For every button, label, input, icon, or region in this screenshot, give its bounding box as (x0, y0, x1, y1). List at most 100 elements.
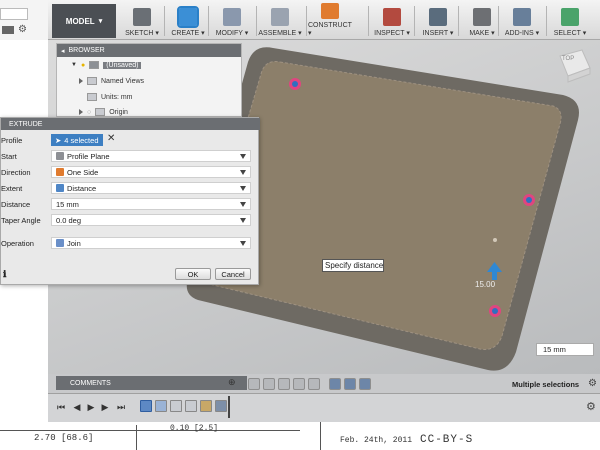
toolbar-separator (368, 6, 369, 36)
dimension-text: 0.10 [2.5] (170, 424, 219, 433)
extrude-dialog-header[interactable]: EXTRUDE (1, 118, 260, 130)
timeline-feature-icon[interactable] (215, 400, 227, 412)
browser-item-units[interactable]: Units: mm (87, 90, 133, 104)
expand-icon[interactable] (79, 78, 83, 84)
document-icon (87, 93, 97, 101)
grid-settings-icon[interactable] (359, 377, 371, 390)
zoom-window-icon[interactable] (308, 377, 320, 390)
toolbar-construct-plane-button[interactable]: CONSTRUCT ▾ (308, 3, 352, 39)
browser-item-label: Origin (109, 108, 128, 116)
toolbar-select-button[interactable]: SELECT ▾ (548, 3, 592, 39)
toolbar-sketch-button[interactable]: SKETCH ▾ (120, 3, 164, 39)
operation-select[interactable]: Join (51, 237, 251, 249)
look-at-icon[interactable] (263, 377, 275, 390)
info-icon[interactable]: ℹ (3, 269, 6, 280)
go-to-end-icon[interactable]: ⏭ (116, 402, 126, 412)
start-label: Start (1, 151, 17, 161)
lightbulb-icon[interactable]: ○ (87, 109, 91, 116)
start-select[interactable]: Profile Plane (51, 150, 251, 162)
viewcube[interactable] (554, 46, 594, 86)
background-window-fragment: ⚙ (0, 0, 48, 40)
workspace-switcher[interactable]: MODEL ▾ (52, 4, 116, 38)
toolbar-item-label: ASSEMBLE ▾ (258, 30, 302, 37)
toolbar-item-label: CONSTRUCT ▾ (308, 22, 352, 37)
create-box-icon (177, 6, 199, 28)
step-back-icon[interactable]: ◀ (72, 402, 82, 412)
chevron-down-icon: ▾ (98, 18, 103, 25)
toolbar-inspect-measure-button[interactable]: INSPECT ▾ (370, 3, 414, 39)
step-forward-icon[interactable]: ▶ (100, 402, 110, 412)
add-ins-icon (513, 8, 531, 26)
timeline-feature-sketch-icon[interactable] (140, 400, 152, 412)
toolbar-modify-button[interactable]: MODIFY ▾ (210, 3, 254, 39)
visual-style-icon[interactable] (344, 377, 356, 390)
browser-item-named-views[interactable]: Named Views (79, 74, 144, 88)
toolbar-item-label: MAKE ▾ (469, 30, 495, 37)
toolbar-assemble-button[interactable]: ASSEMBLE ▾ (258, 3, 302, 39)
start-row: Start Profile Plane (1, 149, 258, 163)
taper-value: 0.0 deg (56, 215, 82, 225)
timeline-feature-fillet-icon[interactable] (200, 400, 212, 412)
collapse-icon[interactable]: ◂ (61, 47, 65, 55)
chevron-down-icon (240, 218, 246, 223)
add-comment-icon[interactable]: ⊕ (228, 377, 238, 387)
start-value: Profile Plane (67, 151, 110, 161)
timeline-feature-icon[interactable] (170, 400, 182, 412)
selection-point[interactable] (489, 305, 501, 317)
taper-row: Taper Angle 0.0 deg (1, 213, 258, 227)
extent-row: Extent Distance (1, 181, 258, 195)
profile-selection[interactable]: ➤ 4 selected (51, 134, 103, 146)
timeline-feature-icon[interactable] (185, 400, 197, 412)
taper-input[interactable]: 0.0 deg (51, 214, 251, 226)
date-text: Feb. 24th, 2011 (340, 436, 413, 445)
browser-title: BROWSER (68, 47, 105, 54)
browser-item-label: Named Views (101, 77, 145, 85)
toolbar-separator (208, 6, 209, 36)
toolbar-separator (458, 6, 459, 36)
direction-value: One Side (67, 167, 99, 177)
zoom-icon[interactable] (293, 377, 305, 390)
assemble-icon (271, 8, 289, 26)
construct-plane-icon (321, 3, 339, 19)
play-icon[interactable]: ▶ (86, 402, 96, 412)
drawing-line (320, 420, 321, 450)
toolbar-create-box-button[interactable]: CREATE ▾ (166, 3, 210, 39)
toolbar-item-label: INSERT ▾ (422, 30, 454, 37)
clear-selection-icon[interactable]: ✕ (107, 133, 115, 144)
comments-panel[interactable]: COMMENTS (56, 376, 247, 390)
distance-input[interactable]: 15 mm (51, 198, 251, 210)
operation-value: Join (67, 238, 81, 248)
selection-point[interactable] (289, 78, 301, 90)
chevron-down-icon (240, 154, 246, 159)
profile-plane-icon (56, 152, 64, 160)
pan-hand-icon[interactable] (278, 377, 290, 390)
browser-item-root[interactable]: ▼ ● (Unsaved) (71, 58, 142, 72)
orbit-icon[interactable] (248, 377, 260, 390)
toolbar-separator (414, 6, 415, 36)
timeline-feature-extrude-icon[interactable] (155, 400, 167, 412)
browser-item-label: (Unsaved) (103, 61, 142, 69)
timeline-marker[interactable] (228, 396, 230, 418)
expand-icon[interactable]: ▼ (71, 62, 77, 68)
chevron-down-icon (240, 202, 246, 207)
expand-icon[interactable] (79, 109, 83, 115)
distance-input-field[interactable]: 15 mm (536, 343, 594, 356)
toolbar-separator (306, 6, 307, 36)
cancel-button[interactable]: Cancel (215, 268, 251, 280)
ok-button[interactable]: OK (175, 268, 211, 280)
direction-select[interactable]: One Side (51, 166, 251, 178)
gear-icon[interactable]: ⚙ (588, 378, 597, 389)
go-to-start-icon[interactable]: ⏮ (56, 402, 66, 412)
timeline-bar: ⏮ ◀ ▶ ▶ ⏭ ⚙ (48, 393, 600, 422)
license-text: CC-BY-S (420, 434, 474, 446)
select-icon (561, 8, 579, 26)
toolbar-add-ins-button[interactable]: ADD-INS ▾ (500, 3, 544, 39)
gear-icon[interactable]: ⚙ (586, 400, 596, 413)
selection-point[interactable] (523, 194, 535, 206)
extent-select[interactable]: Distance (51, 182, 251, 194)
operation-label: Operation (1, 238, 34, 248)
toolbar-insert-image-button[interactable]: INSERT ▾ (416, 3, 460, 39)
browser-header[interactable]: ◂ BROWSER (57, 44, 241, 57)
display-settings-icon[interactable] (329, 377, 341, 390)
lightbulb-icon[interactable]: ● (81, 62, 85, 69)
